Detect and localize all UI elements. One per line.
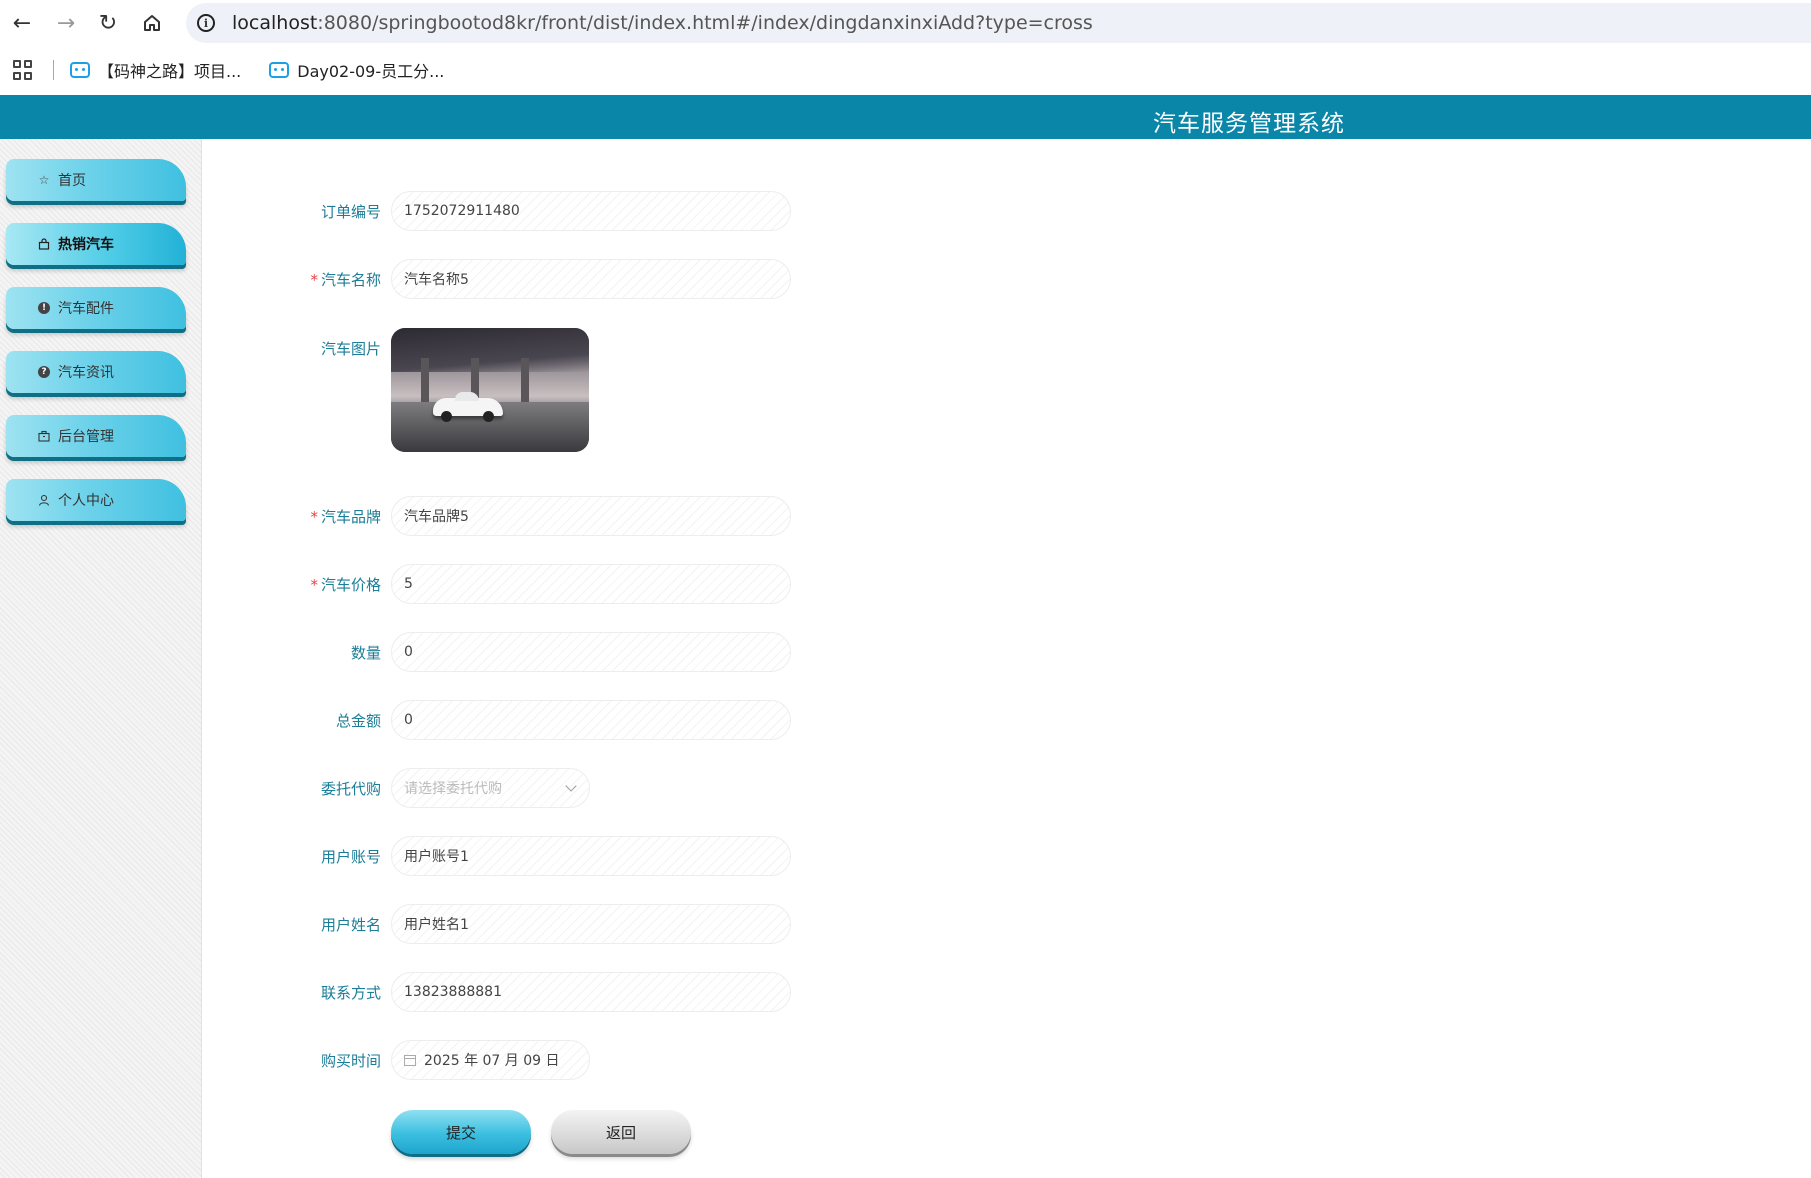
calendar-icon [404, 1054, 416, 1066]
submit-button[interactable]: 提交 [391, 1110, 531, 1154]
reload-icon[interactable]: ↻ [86, 0, 130, 46]
star-icon: ☆ [38, 173, 50, 187]
quantity-label: 数量 [350, 643, 381, 662]
sidebar: ☆ 首页 热销汽车 ! 汽车配件 ? 汽车资讯 后台管理 个人中心 [0, 139, 202, 1178]
briefcase-icon [36, 430, 52, 442]
car-price-label-text: 汽车价格 [320, 575, 381, 594]
home-icon[interactable] [130, 0, 174, 46]
sidebar-item-label: 后台管理 [58, 429, 114, 445]
required-mark: * [310, 575, 318, 594]
car-image-label: 汽车图片 [320, 340, 381, 358]
car-price-value: 5 [404, 576, 413, 592]
sidebar-item-home[interactable]: ☆ 首页 [6, 159, 186, 201]
question-icon: ? [38, 366, 50, 378]
sidebar-item-car-parts[interactable]: ! 汽车配件 [6, 287, 186, 329]
chevron-down-icon [565, 780, 577, 792]
order-no-input[interactable]: 1752072911480 [391, 191, 791, 231]
user-account-label: 用户账号 [320, 847, 381, 866]
forward-arrow-icon[interactable]: → [44, 0, 88, 46]
user-icon [36, 494, 52, 506]
form-row-car-image: 汽车图片 [260, 328, 589, 452]
car-name-label: * 汽车名称 [260, 269, 391, 290]
sidebar-item-label: 汽车资讯 [58, 365, 114, 381]
purchase-time-picker[interactable]: 2025 年 07 月 09 日 [391, 1040, 590, 1080]
car-name-label-text: 汽车名称 [320, 270, 381, 289]
form-row-quantity: 数量 0 [260, 632, 791, 672]
form-row-user-account: 用户账号 用户账号1 [260, 836, 791, 876]
proxy-purchase-label: 委托代购 [320, 779, 381, 798]
purchase-time-value: 2025 年 07 月 09 日 [424, 1053, 560, 1069]
site-info-icon[interactable]: i [186, 3, 226, 43]
apps-grid-icon[interactable] [13, 60, 33, 80]
total-input[interactable]: 0 [391, 700, 791, 740]
car-name-value: 汽车名称5 [404, 272, 469, 288]
bookmark-item[interactable]: Day02-09-员工分... [269, 58, 444, 82]
car-brand-value: 汽车品牌5 [404, 509, 469, 525]
url-text: localhost:8080/springbootod8kr/front/dis… [232, 12, 1093, 34]
car-image-wheel [483, 411, 494, 422]
browser-toolbar: ← → ↻ i localhost:8080/springbootod8kr/f… [0, 0, 1811, 46]
car-image-wheel [441, 411, 452, 422]
car-brand-label-text: 汽车品牌 [320, 507, 381, 526]
form-row-car-brand: * 汽车品牌 汽车品牌5 [260, 496, 791, 536]
exclamation-icon: ! [38, 302, 50, 314]
total-value: 0 [404, 712, 413, 728]
form-row-car-price: * 汽车价格 5 [260, 564, 791, 604]
bilibili-tv-icon [70, 62, 90, 78]
sidebar-item-hot-cars[interactable]: 热销汽车 [6, 223, 186, 265]
proxy-purchase-placeholder: 请选择委托代购 [404, 781, 502, 797]
site-title: 汽车服务管理系统 [1153, 111, 1345, 137]
car-price-input[interactable]: 5 [391, 564, 791, 604]
back-arrow-icon[interactable]: ← [0, 0, 44, 46]
sidebar-item-profile[interactable]: 个人中心 [6, 479, 186, 521]
bookmarks-divider [53, 60, 54, 80]
user-account-value: 用户账号1 [404, 849, 469, 865]
proxy-purchase-select[interactable]: 请选择委托代购 [391, 768, 590, 808]
user-account-input[interactable]: 用户账号1 [391, 836, 791, 876]
total-label: 总金额 [335, 711, 381, 730]
purchase-time-label: 购买时间 [320, 1051, 381, 1070]
contact-input[interactable]: 13823888881 [391, 972, 791, 1012]
bilibili-tv-icon [269, 62, 290, 78]
contact-value: 13823888881 [404, 984, 502, 1000]
order-no-value: 1752072911480 [404, 203, 520, 219]
user-name-input[interactable]: 用户姓名1 [391, 904, 791, 944]
required-mark: * [310, 507, 318, 526]
form-row-contact: 联系方式 13823888881 [260, 972, 791, 1012]
form-row-total: 总金额 0 [260, 700, 791, 740]
sidebar-item-label: 汽车配件 [58, 301, 114, 317]
bookmark-label: Day02-09-员工分... [297, 62, 445, 81]
user-name-value: 用户姓名1 [404, 917, 469, 933]
bag-icon [36, 238, 52, 250]
address-bar[interactable]: i localhost:8080/springbootod8kr/front/d… [186, 3, 1811, 43]
user-name-label: 用户姓名 [320, 915, 381, 934]
bookmarks-bar: 【码神之路】项目... Day02-09-员工分... [0, 50, 1811, 90]
form-row-user-name: 用户姓名 用户姓名1 [260, 904, 791, 944]
site-header: 汽车服务管理系统 [0, 95, 1811, 139]
sidebar-item-car-news[interactable]: ? 汽车资讯 [6, 351, 186, 393]
sidebar-item-label: 热销汽车 [58, 237, 114, 253]
quantity-value: 0 [404, 644, 413, 660]
form-row-order-no: 订单编号 1752072911480 [260, 191, 791, 231]
sidebar-item-admin[interactable]: 后台管理 [6, 415, 186, 457]
form-row-proxy-purchase: 委托代购 请选择委托代购 [260, 768, 590, 808]
car-price-label: * 汽车价格 [260, 574, 391, 595]
form-row-purchase-time: 购买时间 2025 年 07 月 09 日 [260, 1040, 590, 1080]
bookmark-item[interactable]: 【码神之路】项目... [70, 58, 241, 82]
car-image-pillar [521, 358, 529, 403]
quantity-input[interactable]: 0 [391, 632, 791, 672]
order-no-label: 订单编号 [320, 202, 381, 221]
car-image[interactable] [391, 328, 589, 452]
bookmark-label: 【码神之路】项目... [98, 62, 242, 81]
back-button[interactable]: 返回 [551, 1110, 691, 1154]
car-brand-input[interactable]: 汽车品牌5 [391, 496, 791, 536]
sidebar-item-label: 首页 [58, 173, 86, 189]
car-image-pillar [421, 358, 429, 403]
car-name-input[interactable]: 汽车名称5 [391, 259, 791, 299]
form-row-car-name: * 汽车名称 汽车名称5 [260, 259, 791, 299]
contact-label: 联系方式 [320, 983, 381, 1002]
car-brand-label: * 汽车品牌 [260, 506, 391, 527]
sidebar-item-label: 个人中心 [58, 493, 114, 509]
required-mark: * [310, 270, 318, 289]
